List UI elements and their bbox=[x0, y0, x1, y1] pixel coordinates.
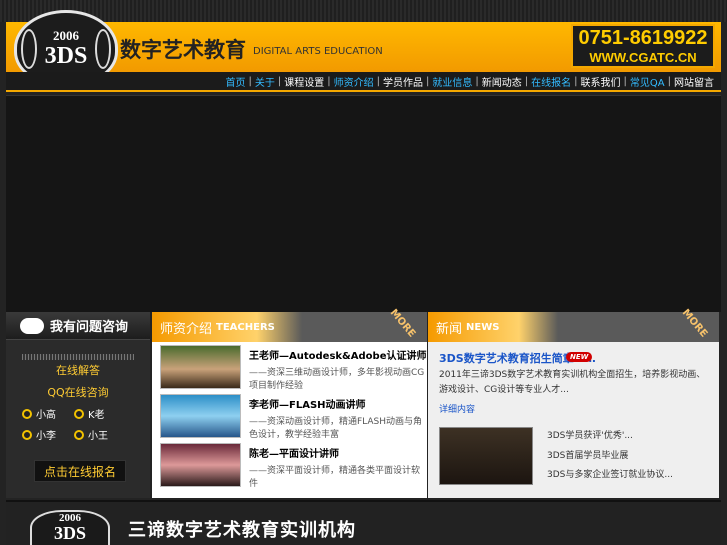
news-list-item[interactable]: 3DS首届学员毕业展 bbox=[547, 448, 628, 461]
qq-penguin-icon bbox=[22, 429, 32, 440]
nav-item[interactable]: 关于 bbox=[252, 74, 278, 89]
teachers-title-en: TEACHERS bbox=[216, 321, 275, 333]
logo-year: 2006 bbox=[53, 28, 79, 43]
news-title-en: NEWS bbox=[466, 321, 500, 333]
qq-contact[interactable]: 小李 bbox=[22, 427, 74, 442]
online-answer-link[interactable]: 在线解答 bbox=[6, 362, 150, 378]
page: 2006 3DS 数字艺术教育 DIGITAL ARTS EDUCATION 0… bbox=[0, 0, 727, 545]
qq-row: 小李 小王 bbox=[6, 427, 150, 442]
news-header: 新闻 NEWS MORE bbox=[428, 307, 719, 342]
main-nav: 首页 | 关于 | 课程设置 | 师资介绍 | 学员作品 | 就业信息 | 新闻动态 | 在线报名 | 联系我们… bbox=[6, 72, 721, 92]
consult-panel: 我有问题咨询 在线解答 QQ在线咨询 小高 K老 小李 小王 点击在线报名 bbox=[6, 312, 150, 498]
divider bbox=[22, 354, 134, 360]
qq-consult-label: QQ在线咨询 bbox=[47, 386, 109, 399]
teacher-desc: ——资深动画设计师，精通FLASH动画与角色设计，教学经验丰富 bbox=[249, 417, 423, 440]
news-panel: 新闻 NEWS MORE 3DS数字艺术教育招生简章…… NEW 2011年三谛… bbox=[428, 307, 719, 498]
online-signup-button[interactable]: 点击在线报名 bbox=[34, 460, 126, 482]
qq-contact[interactable]: 小高 bbox=[22, 406, 74, 421]
nav-item[interactable]: 网站留言 bbox=[671, 74, 717, 89]
footer-slogan: 三谛数字艺术教育实训机构 bbox=[128, 520, 356, 541]
qq-contact[interactable]: K老 bbox=[74, 406, 126, 421]
news-list-item[interactable]: 3DS与多家企业签订就业协议... bbox=[547, 467, 673, 480]
teacher-desc: ——资深平面设计师，精通各类平面设计软件 bbox=[249, 466, 421, 489]
phone-number: 0751-8619922 bbox=[578, 27, 708, 49]
qq-contact-label: K老 bbox=[88, 410, 105, 421]
nav-item[interactable]: 师资介绍 bbox=[331, 74, 377, 89]
teacher-name[interactable]: 陈老—平面设计讲师 bbox=[249, 445, 427, 460]
teacher-info: 王老师—Autodesk&Adobe认证讲师 ——资深三维动画设计师，多年影视动… bbox=[249, 343, 427, 391]
teachers-more-link[interactable]: MORE bbox=[388, 307, 418, 339]
logo-ornament-left bbox=[21, 29, 37, 69]
qq-contact-label: 小王 bbox=[88, 431, 108, 442]
nav-item[interactable]: 课程设置 bbox=[281, 74, 327, 89]
footer-banner: 2006 3DS 三谛数字艺术教育实训机构 bbox=[6, 500, 721, 545]
consult-header: 我有问题咨询 bbox=[6, 312, 150, 340]
logo-ornament-right bbox=[95, 29, 111, 69]
nav-item[interactable]: 就业信息 bbox=[429, 74, 475, 89]
qq-contact[interactable]: 小王 bbox=[74, 427, 126, 442]
news-list-item[interactable]: 3DS学员获评'优秀'... bbox=[547, 428, 633, 441]
teacher-info: 陈老—平面设计讲师 ——资深平面设计师，精通各类平面设计软件 bbox=[249, 441, 427, 489]
teacher-name[interactable]: 王老师—Autodesk&Adobe认证讲师 bbox=[249, 347, 427, 362]
qq-penguin-icon bbox=[74, 429, 84, 440]
news-more-link[interactable]: MORE bbox=[680, 307, 710, 339]
news-tab: 新闻 NEWS bbox=[428, 312, 558, 342]
news-detail-link[interactable]: 详细内容 bbox=[439, 402, 475, 415]
qq-penguin-icon bbox=[22, 408, 32, 419]
banner-area bbox=[6, 95, 721, 312]
logo-brand: 3DS bbox=[44, 43, 88, 69]
teachers-panel: 师资介绍 TEACHERS MORE 王老师—Autodesk&Adobe认证讲… bbox=[152, 307, 427, 498]
qq-penguin-icon bbox=[74, 408, 84, 419]
qq-row: 小高 K老 bbox=[6, 406, 150, 421]
header-top-strip bbox=[0, 0, 727, 22]
teacher-info: 李老师—FLASH动画讲师 ——资深动画设计师，精通FLASH动画与角色设计，教… bbox=[249, 392, 427, 440]
teacher-item: 陈老—平面设计讲师 ——资深平面设计师，精通各类平面设计软件 bbox=[152, 441, 427, 489]
nav-item[interactable]: 学员作品 bbox=[380, 74, 426, 89]
teachers-title: 师资介绍 bbox=[160, 321, 213, 337]
phone-box: 0751-8619922 WWW.CGATC.CN bbox=[571, 24, 715, 68]
teacher-photo[interactable] bbox=[160, 443, 241, 487]
teacher-item: 李老师—FLASH动画讲师 ——资深动画设计师，精通FLASH动画与角色设计，教… bbox=[152, 392, 427, 440]
consult-title: 我有问题咨询 bbox=[50, 320, 129, 335]
site-title-en: DIGITAL ARTS EDUCATION bbox=[253, 46, 383, 57]
news-summary: 2011年三谛3DS数字艺术教育实训机构全面招生，培养影视动画、游戏设计、CG设… bbox=[439, 370, 706, 395]
news-title: 新闻 bbox=[436, 321, 463, 337]
nav-item[interactable]: 联系我们 bbox=[578, 74, 624, 89]
footer-logo: 2006 3DS bbox=[30, 510, 110, 545]
teacher-desc: ——资深三维动画设计师，多年影视动画CG项目制作经验 bbox=[249, 368, 425, 391]
nav-item[interactable]: 新闻动态 bbox=[479, 74, 525, 89]
nav-item[interactable]: 首页 bbox=[223, 74, 249, 89]
qq-contact-label: 小李 bbox=[36, 431, 56, 442]
site-url: WWW.CGATC.CN bbox=[589, 50, 697, 65]
qq-contact-label: 小高 bbox=[36, 410, 56, 421]
teachers-tab: 师资介绍 TEACHERS bbox=[152, 312, 302, 342]
site-title: 数字艺术教育 bbox=[120, 38, 246, 62]
teacher-name[interactable]: 李老师—FLASH动画讲师 bbox=[249, 396, 427, 411]
nav-item[interactable]: 在线报名 bbox=[528, 74, 574, 89]
teacher-photo[interactable] bbox=[160, 345, 241, 389]
footer-logo-brand: 3DS bbox=[53, 523, 86, 543]
new-badge: NEW bbox=[566, 352, 593, 362]
news-thumbnail[interactable] bbox=[439, 427, 533, 485]
nav-item[interactable]: 常见QA bbox=[627, 74, 668, 89]
teacher-photo[interactable] bbox=[160, 394, 241, 438]
teacher-item: 王老师—Autodesk&Adobe认证讲师 ——资深三维动画设计师，多年影视动… bbox=[152, 343, 427, 391]
chat-bubble-icon bbox=[20, 317, 44, 334]
teachers-header: 师资介绍 TEACHERS MORE bbox=[152, 307, 427, 342]
